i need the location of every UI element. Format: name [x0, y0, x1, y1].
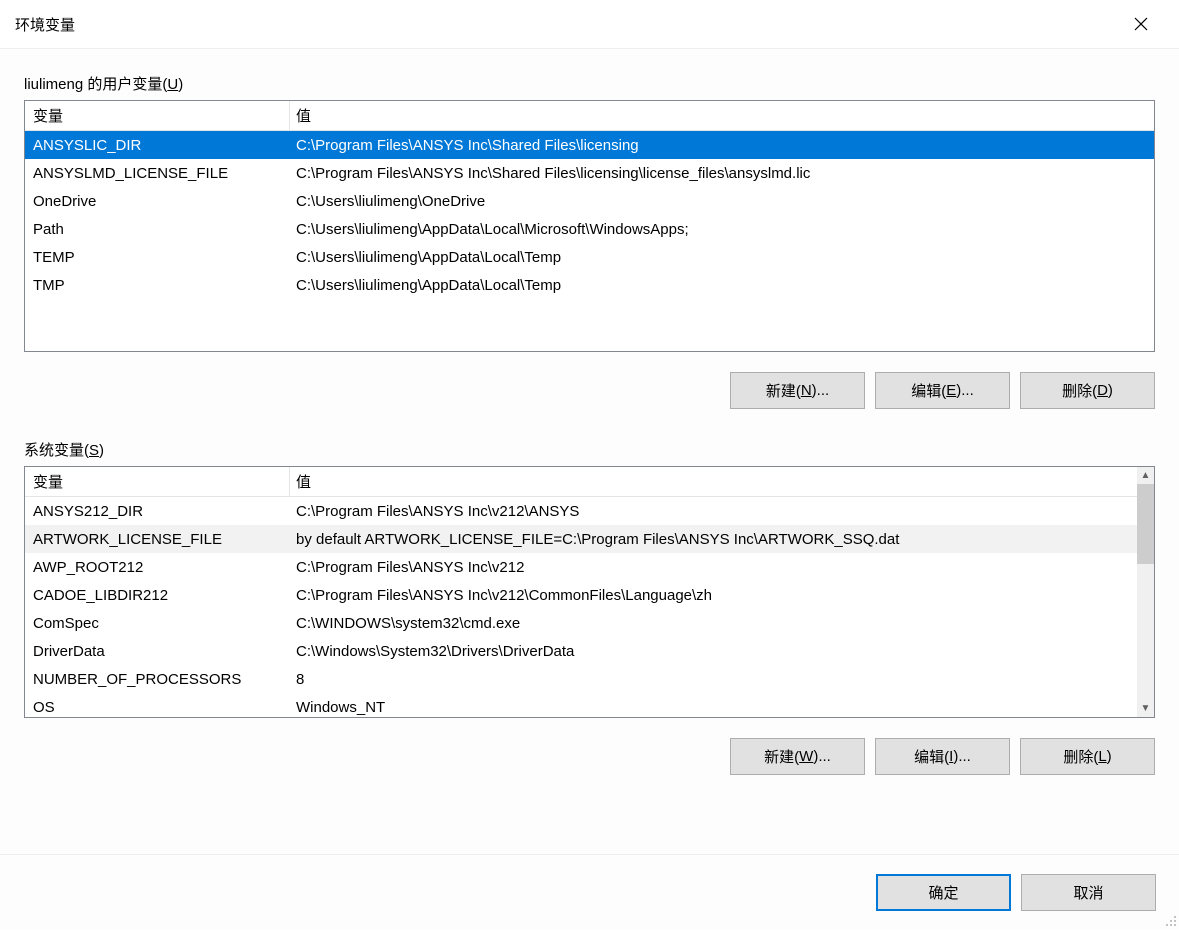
variable-value: C:\WINDOWS\system32\cmd.exe [290, 615, 1137, 632]
table-row[interactable]: CADOE_LIBDIR212C:\Program Files\ANSYS In… [25, 581, 1137, 609]
scroll-up-icon[interactable]: ▲ [1137, 467, 1154, 484]
variable-value: Windows_NT [290, 699, 1137, 716]
variable-name: NUMBER_OF_PROCESSORS [25, 671, 290, 688]
variable-value: 8 [290, 671, 1137, 688]
system-new-button[interactable]: 新建(W)... [730, 738, 865, 775]
ok-button[interactable]: 确定 [876, 874, 1011, 911]
variable-name: CADOE_LIBDIR212 [25, 587, 290, 604]
scroll-down-icon[interactable]: ▼ [1137, 700, 1154, 717]
column-header-variable[interactable]: 变量 [25, 467, 290, 496]
system-edit-button[interactable]: 编辑(I)... [875, 738, 1010, 775]
variable-name: ANSYS212_DIR [25, 503, 290, 520]
system-variables-label: 系统变量(S) [24, 439, 1155, 460]
table-row[interactable]: ANSYSLMD_LICENSE_FILEC:\Program Files\AN… [25, 159, 1154, 187]
variable-name: ARTWORK_LICENSE_FILE [25, 531, 290, 548]
table-row[interactable]: OSWindows_NT [25, 693, 1137, 717]
variable-value: C:\Program Files\ANSYS Inc\v212\ANSYS [290, 503, 1137, 520]
column-header-value[interactable]: 值 [290, 101, 1154, 130]
table-row[interactable]: ARTWORK_LICENSE_FILEby default ARTWORK_L… [25, 525, 1137, 553]
system-rows: ANSYS212_DIRC:\Program Files\ANSYS Inc\v… [25, 497, 1137, 717]
variable-name: ComSpec [25, 615, 290, 632]
variable-value: C:\Users\liulimeng\AppData\Local\Temp [290, 249, 1154, 266]
user-rows: ANSYSLIC_DIRC:\Program Files\ANSYS Inc\S… [25, 131, 1154, 299]
cancel-button[interactable]: 取消 [1021, 874, 1156, 911]
close-icon[interactable] [1118, 8, 1164, 40]
variable-name: AWP_ROOT212 [25, 559, 290, 576]
table-row[interactable]: PathC:\Users\liulimeng\AppData\Local\Mic… [25, 215, 1154, 243]
variable-value: C:\Program Files\ANSYS Inc\Shared Files\… [290, 137, 1154, 154]
table-row[interactable]: AWP_ROOT212C:\Program Files\ANSYS Inc\v2… [25, 553, 1137, 581]
variable-name: Path [25, 221, 290, 238]
variable-name: OS [25, 699, 290, 716]
column-header-variable[interactable]: 变量 [25, 101, 290, 130]
variable-name: OneDrive [25, 193, 290, 210]
variable-value: C:\Windows\System32\Drivers\DriverData [290, 643, 1137, 660]
table-row[interactable]: DriverDataC:\Windows\System32\Drivers\Dr… [25, 637, 1137, 665]
variable-name: ANSYSLMD_LICENSE_FILE [25, 165, 290, 182]
scrollbar[interactable]: ▲ ▼ [1137, 467, 1154, 717]
variable-value: C:\Program Files\ANSYS Inc\Shared Files\… [290, 165, 1154, 182]
user-delete-button[interactable]: 删除(D) [1020, 372, 1155, 409]
table-row[interactable]: ComSpecC:\WINDOWS\system32\cmd.exe [25, 609, 1137, 637]
user-edit-button[interactable]: 编辑(E)... [875, 372, 1010, 409]
list-header: 变量 值 [25, 467, 1137, 497]
list-header: 变量 值 [25, 101, 1154, 131]
column-header-value[interactable]: 值 [290, 467, 1137, 496]
variable-name: DriverData [25, 643, 290, 660]
variable-value: C:\Users\liulimeng\AppData\Local\Microso… [290, 221, 1154, 238]
variable-value: C:\Users\liulimeng\AppData\Local\Temp [290, 277, 1154, 294]
variable-name: TMP [25, 277, 290, 294]
variable-value: C:\Users\liulimeng\OneDrive [290, 193, 1154, 210]
resize-grip-icon[interactable] [1163, 913, 1177, 927]
system-button-row: 新建(W)... 编辑(I)... 删除(L) [24, 738, 1155, 775]
scroll-thumb[interactable] [1137, 484, 1154, 564]
variable-value: C:\Program Files\ANSYS Inc\v212\CommonFi… [290, 587, 1137, 604]
variable-name: ANSYSLIC_DIR [25, 137, 290, 154]
dialog-content: liulimeng 的用户变量(U) 变量 值 ANSYSLIC_DIRC:\P… [0, 48, 1179, 855]
user-button-row: 新建(N)... 编辑(E)... 删除(D) [24, 372, 1155, 409]
variable-name: TEMP [25, 249, 290, 266]
table-row[interactable]: ANSYS212_DIRC:\Program Files\ANSYS Inc\v… [25, 497, 1137, 525]
system-variables-list[interactable]: 变量 值 ANSYS212_DIRC:\Program Files\ANSYS … [24, 466, 1155, 718]
title-bar: 环境变量 [0, 0, 1179, 48]
scroll-track[interactable] [1137, 484, 1154, 700]
table-row[interactable]: TEMPC:\Users\liulimeng\AppData\Local\Tem… [25, 243, 1154, 271]
user-variables-list[interactable]: 变量 值 ANSYSLIC_DIRC:\Program Files\ANSYS … [24, 100, 1155, 352]
variable-value: by default ARTWORK_LICENSE_FILE=C:\Progr… [290, 531, 1137, 548]
user-new-button[interactable]: 新建(N)... [730, 372, 865, 409]
system-delete-button[interactable]: 删除(L) [1020, 738, 1155, 775]
dialog-title: 环境变量 [15, 14, 1118, 35]
table-row[interactable]: ANSYSLIC_DIRC:\Program Files\ANSYS Inc\S… [25, 131, 1154, 159]
table-row[interactable]: TMPC:\Users\liulimeng\AppData\Local\Temp [25, 271, 1154, 299]
user-variables-label: liulimeng 的用户变量(U) [24, 73, 1155, 94]
table-row[interactable]: NUMBER_OF_PROCESSORS8 [25, 665, 1137, 693]
variable-value: C:\Program Files\ANSYS Inc\v212 [290, 559, 1137, 576]
table-row[interactable]: OneDriveC:\Users\liulimeng\OneDrive [25, 187, 1154, 215]
dialog-footer: 确定 取消 [0, 855, 1179, 929]
